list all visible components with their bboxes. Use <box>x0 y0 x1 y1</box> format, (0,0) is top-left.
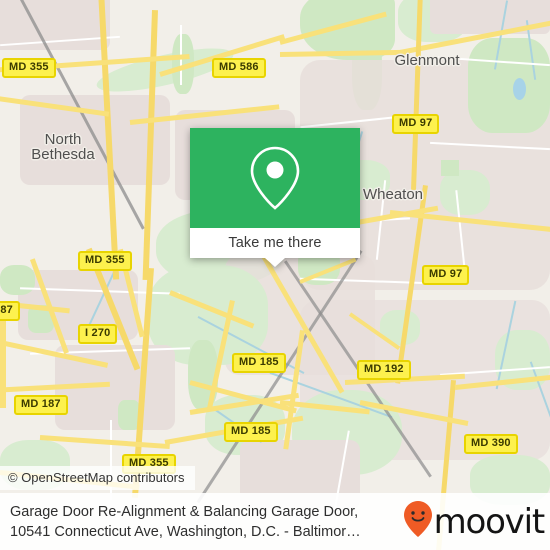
map-area-park <box>0 265 35 295</box>
map-road-highway <box>0 318 6 408</box>
route-shield: MD 355 <box>2 58 56 78</box>
moovit-smiley-pin-icon <box>403 500 433 543</box>
caption-line-2: 10541 Connecticut Ave, Washington, D.C. … <box>10 523 361 540</box>
footer-bar: Garage Door Re-Alignment & Balancing Gar… <box>0 493 550 550</box>
map-area-park <box>468 38 550 133</box>
route-shield: MD 355 <box>78 251 132 271</box>
moovit-wordmark: moovit <box>433 501 546 542</box>
route-shield: MD 192 <box>357 360 411 380</box>
route-shield: I 270 <box>78 324 118 344</box>
popup-header <box>190 128 360 228</box>
caption-line-1: Garage Door Re-Alignment & Balancing Gar… <box>10 503 359 520</box>
place-label: Bethesda <box>31 146 95 163</box>
route-shield: MD 187 <box>14 395 68 415</box>
map-area-park <box>441 160 459 176</box>
route-shield: MD 586 <box>212 58 266 78</box>
take-me-there-button[interactable]: Take me there <box>190 228 360 258</box>
map-area-water <box>513 78 526 100</box>
map-attribution[interactable]: © OpenStreetMap contributors <box>0 466 195 490</box>
route-shield: MD 390 <box>464 434 518 454</box>
take-me-there-label: Take me there <box>228 235 322 251</box>
place-label: Glenmont <box>394 52 460 69</box>
route-shield: MD 97 <box>422 265 470 285</box>
route-shield: MD 97 <box>392 114 440 134</box>
route-shield: MD 185 <box>224 422 278 442</box>
place-label: Wheaton <box>362 186 424 203</box>
moovit-logo[interactable]: moovit <box>403 500 546 543</box>
location-caption: Garage Door Re-Alignment & Balancing Gar… <box>10 502 403 542</box>
route-shield: 187 <box>0 301 20 321</box>
map-screenshot: MD 355 MD 586 MD 97 MD 97 MD 355 187 I 270 MD 1… <box>0 0 550 550</box>
route-shield: MD 185 <box>232 353 286 373</box>
location-popup[interactable]: Take me there <box>190 128 360 267</box>
popup-tail <box>265 258 285 267</box>
map-area-park <box>440 170 490 215</box>
map-pin-icon <box>249 145 301 211</box>
